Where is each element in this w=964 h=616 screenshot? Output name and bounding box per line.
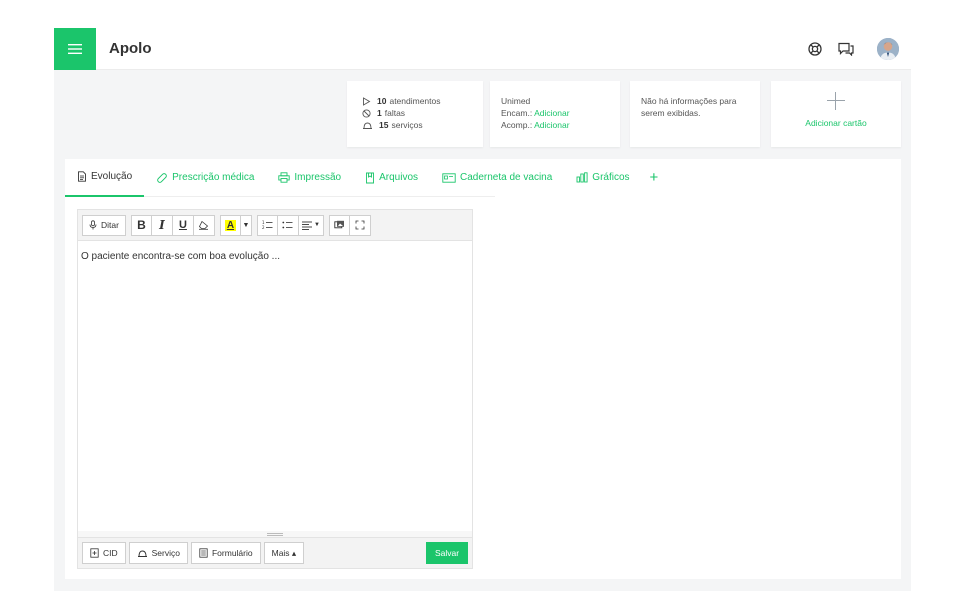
help-button[interactable] — [805, 39, 825, 59]
stat-label: faltas — [384, 108, 406, 118]
service-label: Serviço — [151, 548, 180, 558]
add-tab-button[interactable]: + — [642, 169, 667, 186]
insurance-name: Unimed — [501, 96, 531, 106]
printer-icon — [278, 172, 291, 183]
menu-icon — [68, 44, 82, 54]
save-button[interactable]: Salvar — [426, 542, 468, 564]
document-plus-icon — [90, 548, 99, 558]
tab-label: Prescrição médica — [172, 172, 255, 183]
insert-image-button[interactable] — [328, 214, 350, 236]
referral-row: Encam.: Adicionar — [501, 107, 620, 119]
editor-footer: CID Serviço Formulário Mais ▴ Salvar — [78, 537, 472, 568]
dictate-button[interactable]: Ditar — [82, 214, 126, 236]
dictate-label: Ditar — [101, 220, 119, 230]
editor-text: O paciente encontra-se com boa evolução … — [81, 251, 281, 262]
tab-evolucao[interactable]: Evolução — [65, 159, 145, 197]
image-icon — [334, 220, 344, 229]
ordered-list-icon: 1 2 — [262, 220, 273, 230]
more-label: Mais ▴ — [271, 547, 297, 558]
chevron-down-icon: ▼ — [313, 222, 320, 228]
stat-attendances: 10 atendimentos — [362, 95, 483, 107]
card-icon — [442, 172, 456, 183]
companion-row: Acomp.: Adicionar — [501, 119, 620, 131]
chat-icon — [838, 42, 854, 56]
tab-prescricao[interactable]: Prescrição médica — [144, 159, 266, 197]
add-referral-link[interactable]: Adicionar — [534, 108, 569, 118]
file-icon — [366, 172, 375, 183]
bullet-list-icon — [282, 221, 293, 229]
text-color-button[interactable]: A — [219, 214, 241, 236]
bold-button[interactable]: B — [130, 214, 152, 236]
plus-icon — [826, 91, 846, 111]
bell-icon — [137, 550, 147, 557]
tab-label: Gráficos — [592, 172, 630, 183]
top-bar: Apolo — [54, 28, 911, 70]
tab-label: Evolução — [91, 171, 133, 182]
stat-label: serviços — [391, 120, 423, 130]
stat-count: 1 — [377, 108, 382, 118]
tab-label: Caderneta de vacina — [460, 172, 553, 183]
stat-label: atendimentos — [389, 96, 441, 106]
tab-bar: Evolução Prescrição médica Impressão Arq… — [65, 159, 658, 197]
editor-content[interactable]: O paciente encontra-se com boa evolução … — [78, 241, 472, 531]
ban-icon — [362, 108, 371, 118]
add-card-button[interactable]: Adicionar cartão — [771, 81, 901, 147]
lifebuoy-icon — [808, 42, 822, 56]
insurance-card: Unimed Encam.: Adicionar Acomp.: Adicion… — [490, 81, 620, 147]
text-color-label: A — [224, 219, 237, 231]
stat-absences: 1 faltas — [362, 107, 483, 119]
expand-icon — [355, 220, 365, 230]
bar-chart-icon — [576, 172, 588, 183]
rich-text-editor: Ditar B I U A ▼ 1 2 ▼ O paciente encontr… — [77, 209, 473, 569]
info-text: Não há informações para serem exibidas. — [641, 96, 737, 118]
play-icon — [363, 96, 371, 106]
svg-text:2: 2 — [262, 225, 265, 230]
info-card: Não há informações para serem exibidas. — [630, 81, 760, 147]
user-photo-icon — [877, 38, 899, 60]
stat-count: 15 — [379, 120, 389, 130]
tab-impressao[interactable]: Impressão — [266, 159, 353, 197]
tab-caderneta[interactable]: Caderneta de vacina — [430, 159, 564, 197]
avatar[interactable] — [877, 38, 899, 60]
companion-label: Acomp.: — [501, 120, 533, 130]
cid-label: CID — [103, 548, 118, 558]
fullscreen-button[interactable] — [349, 214, 371, 236]
menu-button[interactable] — [54, 28, 96, 70]
editor-toolbar: Ditar B I U A ▼ 1 2 ▼ — [78, 210, 472, 241]
cid-button[interactable]: CID — [82, 542, 126, 564]
pill-icon — [157, 172, 167, 183]
italic-button[interactable]: I — [151, 214, 173, 236]
app-title: Apolo — [109, 40, 152, 57]
stat-count: 10 — [377, 96, 387, 106]
stats-card: 10 atendimentos 1 faltas 15 serviços — [347, 81, 483, 147]
service-button[interactable]: Serviço — [128, 542, 188, 564]
bullet-list-button[interactable] — [277, 214, 299, 236]
document-icon — [78, 171, 86, 182]
tab-label: Impressão — [294, 172, 342, 183]
clear-format-button[interactable] — [193, 214, 215, 236]
more-button[interactable]: Mais ▴ — [263, 542, 305, 564]
ordered-list-button[interactable]: 1 2 — [256, 214, 278, 236]
tab-label: Arquivos — [379, 172, 418, 183]
form-label: Formulário — [211, 548, 253, 558]
tab-arquivos[interactable]: Arquivos — [353, 159, 430, 197]
align-left-icon — [301, 221, 312, 230]
messages-button[interactable] — [836, 39, 856, 59]
microphone-icon — [89, 220, 97, 230]
main-panel: Evolução Prescrição médica Impressão Arq… — [65, 159, 901, 579]
referral-label: Encam.: — [501, 108, 533, 118]
align-dropdown[interactable]: ▼ — [298, 214, 324, 236]
app-window: Apolo 10 atendimentos 1 faltas 15 serviç… — [54, 28, 911, 591]
form-icon — [199, 548, 208, 558]
underline-button[interactable]: U — [172, 214, 194, 236]
add-card-label: Adicionar cartão — [805, 118, 867, 128]
tab-graficos[interactable]: Gráficos — [564, 159, 641, 197]
text-color-dropdown[interactable]: ▼ — [240, 214, 252, 236]
add-companion-link[interactable]: Adicionar — [534, 120, 569, 130]
form-button[interactable]: Formulário — [190, 542, 261, 564]
stat-services: 15 serviços — [362, 119, 483, 131]
bell-icon — [363, 122, 372, 129]
eraser-icon — [199, 220, 209, 230]
